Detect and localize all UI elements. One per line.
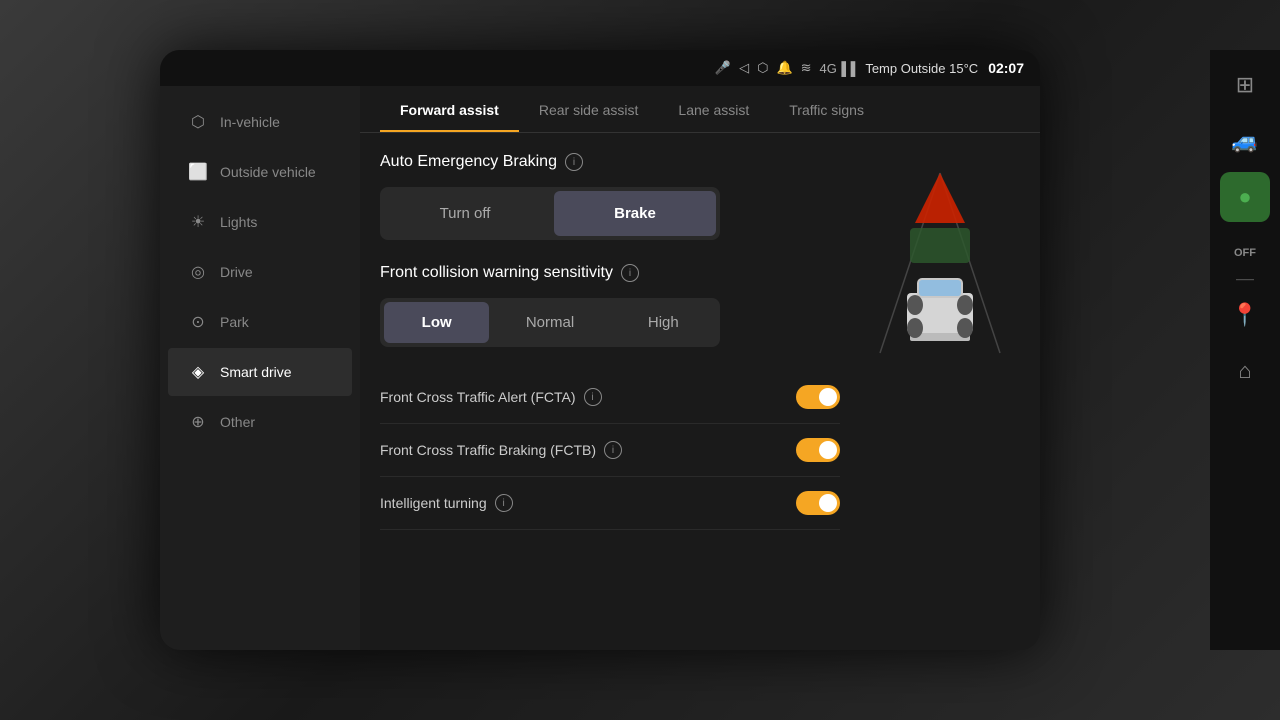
sidebar-item-in-vehicle[interactable]: ⬡ In-vehicle: [168, 98, 352, 146]
sidebar-item-park[interactable]: ⊙ Park: [168, 298, 352, 346]
sidebar: ⬡ In-vehicle ⬜ Outside vehicle ☀ Lights …: [160, 86, 360, 650]
dock-car-button[interactable]: 🚙: [1220, 116, 1270, 166]
aeb-title-text: Auto Emergency Braking: [380, 153, 557, 171]
off-label: OFF: [1234, 247, 1256, 259]
sidebar-item-lights[interactable]: ☀ Lights: [168, 198, 352, 246]
right-panel: Forward assist Rear side assist Lane ass…: [360, 86, 1040, 650]
fctb-info-icon[interactable]: i: [604, 441, 622, 459]
fctb-label: Front Cross Traffic Braking (FCTB) i: [380, 441, 622, 459]
sidebar-label-drive: Drive: [220, 264, 253, 280]
sidebar-label-smart-drive: Smart drive: [220, 364, 292, 380]
aeb-section-title: Auto Emergency Braking i: [380, 153, 840, 171]
aeb-brake-button[interactable]: Brake: [554, 191, 716, 236]
main-content-area: ⬡ In-vehicle ⬜ Outside vehicle ☀ Lights …: [160, 86, 1040, 650]
home-icon: ⌂: [1238, 358, 1251, 384]
dock-off-sublabel: ——: [1236, 274, 1254, 284]
tab-rear-side-assist[interactable]: Rear side assist: [519, 86, 659, 132]
fcta-label: Front Cross Traffic Alert (FCTA) i: [380, 388, 602, 406]
sidebar-item-drive[interactable]: ◎ Drive: [168, 248, 352, 296]
fcw-section-title: Front collision warning sensitivity i: [380, 264, 840, 282]
signal-icon: 4G▐▐: [820, 61, 856, 76]
tab-forward-assist[interactable]: Forward assist: [380, 86, 519, 132]
sensitivity-low-button[interactable]: Low: [384, 302, 489, 343]
grid-icon: ⊞: [1236, 72, 1254, 98]
sidebar-label-lights: Lights: [220, 214, 257, 230]
aeb-toggle-group: Turn off Brake: [380, 187, 720, 240]
in-vehicle-icon: ⬡: [188, 112, 208, 132]
volume-icon: 🔔: [776, 60, 792, 76]
park-icon: ⊙: [188, 312, 208, 332]
location-icon: 📍: [1231, 302, 1258, 328]
sidebar-item-smart-drive[interactable]: ◈ Smart drive: [168, 348, 352, 396]
fctb-toggle-switch[interactable]: [796, 438, 840, 462]
navigation-icon: ◁: [739, 60, 749, 76]
car-icon: 🚙: [1231, 128, 1258, 154]
intelligent-turning-toggle-row: Intelligent turning i: [380, 477, 840, 530]
fctb-toggle-row: Front Cross Traffic Braking (FCTB) i: [380, 424, 840, 477]
bluetooth-icon: ⬡: [757, 60, 768, 76]
active-circle-icon: ●: [1238, 184, 1251, 210]
tab-lane-assist[interactable]: Lane assist: [658, 86, 769, 132]
dock-active-button[interactable]: ●: [1220, 172, 1270, 222]
left-content: Auto Emergency Braking i Turn off Brake: [380, 153, 840, 625]
car-visualization: [870, 163, 1010, 363]
other-icon: ⊕: [188, 412, 208, 432]
sensitivity-high-button[interactable]: High: [611, 302, 716, 343]
sensitivity-toggle-group: Low Normal High: [380, 298, 720, 347]
sidebar-label-in-vehicle: In-vehicle: [220, 114, 280, 130]
fcw-info-icon[interactable]: i: [621, 264, 639, 282]
status-bar: 🎤 ◁ ⬡ 🔔 ≋ 4G▐▐ Temp Outside 15°C 02:07: [160, 50, 1040, 86]
car-visualization-panel: [860, 153, 1020, 625]
tab-traffic-signs[interactable]: Traffic signs: [769, 86, 884, 132]
fcw-title-text: Front collision warning sensitivity: [380, 264, 613, 282]
wireless-icon: ≋: [801, 60, 812, 76]
dock-location-button[interactable]: 📍: [1220, 290, 1270, 340]
sensitivity-normal-button[interactable]: Normal: [497, 302, 602, 343]
intelligent-turning-toggle-switch[interactable]: [796, 491, 840, 515]
sidebar-label-outside-vehicle: Outside vehicle: [220, 164, 316, 180]
smart-drive-icon: ◈: [188, 362, 208, 382]
fcta-toggle-row: Front Cross Traffic Alert (FCTA) i: [380, 371, 840, 424]
temperature-display: Temp Outside 15°C: [865, 61, 978, 76]
dock-grid-button[interactable]: ⊞: [1220, 60, 1270, 110]
content-area: Auto Emergency Braking i Turn off Brake: [360, 133, 1040, 645]
dock-home-button[interactable]: ⌂: [1220, 346, 1270, 396]
intelligent-turning-info-icon[interactable]: i: [495, 494, 513, 512]
status-icons: 🎤 ◁ ⬡ 🔔 ≋ 4G▐▐: [715, 60, 855, 76]
aeb-turnoff-button[interactable]: Turn off: [384, 191, 546, 236]
clock-display: 02:07: [988, 60, 1024, 76]
microphone-icon: 🎤: [715, 60, 731, 76]
intelligent-turning-label: Intelligent turning i: [380, 494, 513, 512]
outside-vehicle-icon: ⬜: [188, 162, 208, 182]
fcta-info-icon[interactable]: i: [584, 388, 602, 406]
sidebar-item-outside-vehicle[interactable]: ⬜ Outside vehicle: [168, 148, 352, 196]
aeb-info-icon[interactable]: i: [565, 153, 583, 171]
sidebar-item-other[interactable]: ⊕ Other: [168, 398, 352, 446]
sidebar-label-park: Park: [220, 314, 249, 330]
fcta-toggle-switch[interactable]: [796, 385, 840, 409]
lights-icon: ☀: [188, 212, 208, 232]
app-dock: ⊞ 🚙 ● OFF —— 📍 ⌂: [1210, 50, 1280, 650]
drive-icon: ◎: [188, 262, 208, 282]
tab-navigation: Forward assist Rear side assist Lane ass…: [360, 86, 1040, 133]
sidebar-label-other: Other: [220, 414, 255, 430]
main-screen: 🎤 ◁ ⬡ 🔔 ≋ 4G▐▐ Temp Outside 15°C 02:07 ⬡…: [160, 50, 1040, 650]
dock-off-button[interactable]: OFF: [1220, 228, 1270, 278]
